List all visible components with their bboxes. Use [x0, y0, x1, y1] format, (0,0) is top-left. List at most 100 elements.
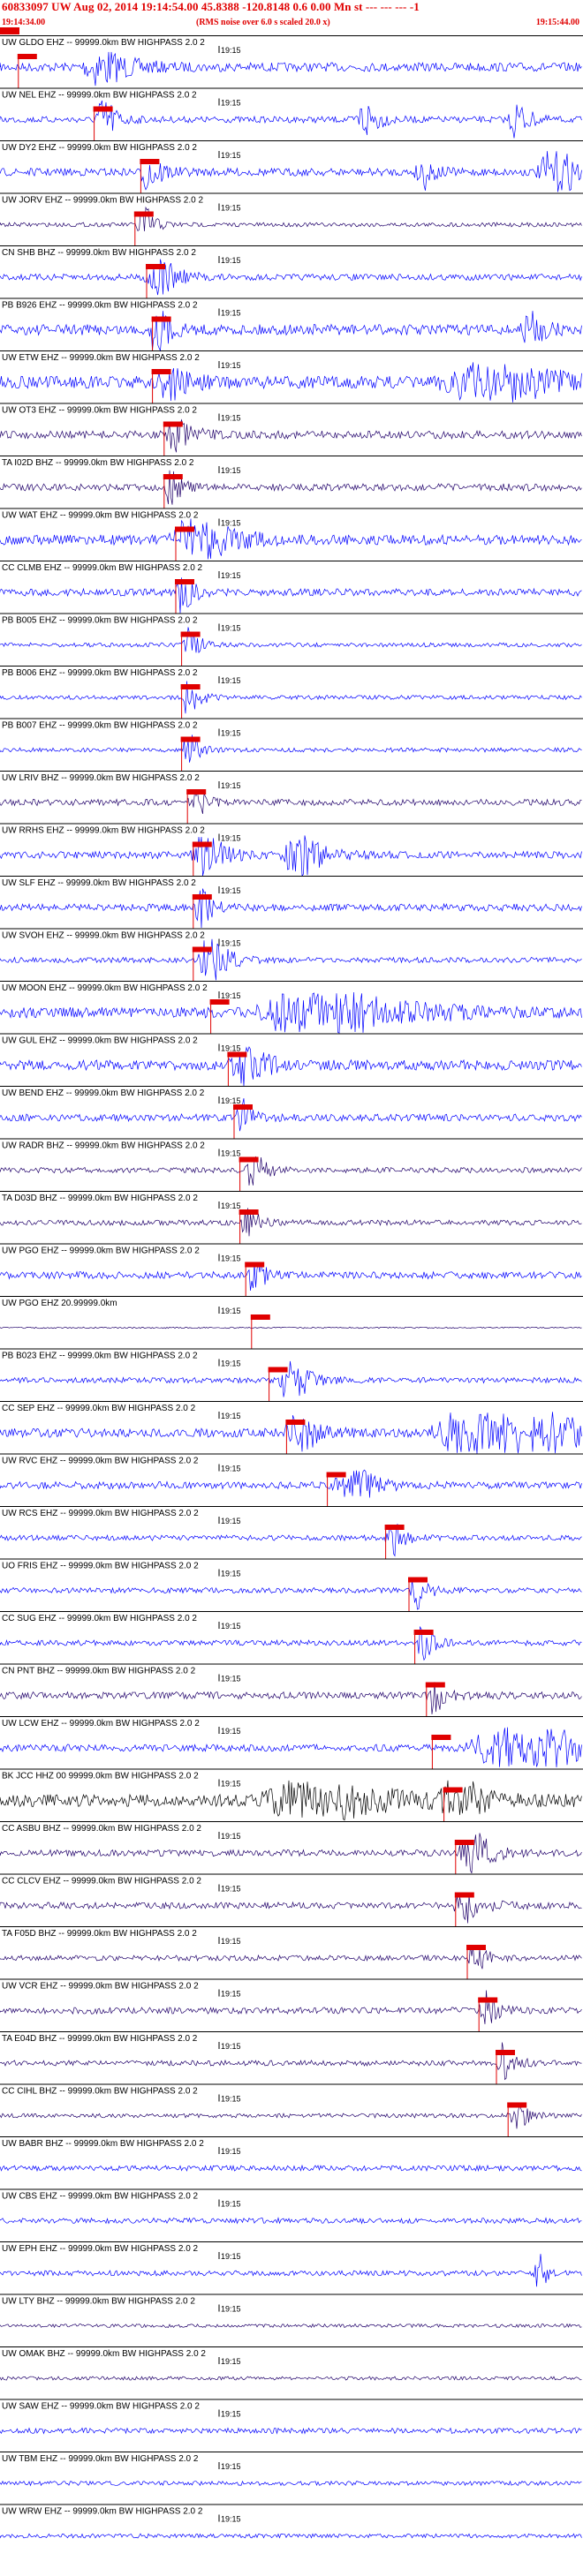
pick-marker	[163, 421, 183, 427]
station-label: UW EPH EHZ -- 99999.0km BW HIGHPASS 2.0 …	[2, 2244, 199, 2254]
station-label: UO FRIS EHZ -- 99999.0km BW HIGHPASS 2.0…	[2, 1562, 199, 1571]
waveform	[0, 1833, 582, 1874]
minute-label: 19:15	[221, 519, 241, 528]
station-label: UW GUL EHZ -- 99999.0km BW HIGHPASS 2.0 …	[2, 1036, 198, 1046]
station-label: UW PGO EHZ 20.99999.0km	[2, 1299, 117, 1308]
trace-row: UW DY2 EHZ -- 99999.0km BW HIGHPASS 2.0 …	[0, 140, 583, 193]
waveform	[0, 1469, 582, 1498]
station-label: PB B006 EHZ -- 99999.0km BW HIGHPASS 2.0…	[2, 668, 198, 678]
station-label: UW VCR EHZ -- 99999.0km BW HIGHPASS 2.0 …	[2, 1982, 199, 1992]
waveform	[0, 362, 582, 403]
pick-marker	[227, 1051, 247, 1058]
station-label: UW BEND EHZ -- 99999.0km BW HIGHPASS 2.0…	[2, 1088, 205, 1098]
station-label: TA D03D BHZ -- 99999.0km BW HIGHPASS 2.0…	[2, 1194, 198, 1203]
minute-label: 19:15	[221, 834, 241, 843]
station-label: UW LCW EHZ -- 99999.0km BW HIGHPASS 2.0 …	[2, 1719, 200, 1729]
trace-row: UW RVC EHZ -- 99999.0km BW HIGHPASS 2.0 …	[0, 1453, 583, 1506]
pick-marker	[466, 1945, 486, 1950]
trace-row: UW LTY BHZ -- 99999.0km BW HIGHPASS 2.0 …	[0, 2294, 583, 2329]
minute-label: 19:15	[221, 151, 241, 160]
pick-marker	[233, 1104, 253, 1110]
trace-row: UW RCS EHZ -- 99999.0km BW HIGHPASS 2.0 …	[0, 1506, 583, 1559]
waveform	[0, 518, 582, 560]
minute-label: 19:15	[221, 2515, 241, 2524]
waveform	[0, 1412, 582, 1454]
minute-label: 19:15	[221, 1412, 241, 1420]
waveform	[0, 2254, 582, 2287]
trace-row: UW GUL EHZ -- 99999.0km BW HIGHPASS 2.0 …	[0, 1033, 583, 1087]
trace-row: CC CLCV EHZ -- 99999.0km BW HIGHPASS 2.0…	[0, 1873, 583, 1926]
minute-label: 19:15	[221, 729, 241, 738]
station-label: CN PNT BHZ -- 99999.0km BW HIGHPASS 2.0 …	[2, 1667, 196, 1676]
trace-row: UW PGO EHZ -- 99999.0km BW HIGHPASS 2.0 …	[0, 1243, 583, 1296]
pick-marker	[454, 1840, 474, 1845]
minute-label: 19:15	[221, 309, 241, 318]
minute-label: 19:15	[221, 361, 241, 370]
pick-marker	[180, 736, 201, 742]
minute-label: 19:15	[221, 466, 241, 475]
minute-label: 19:15	[221, 2410, 241, 2419]
pick-marker	[285, 1420, 306, 1425]
waveform	[0, 2533, 582, 2539]
pick-marker	[425, 1682, 445, 1688]
minute-label: 19:15	[221, 676, 241, 685]
waveform	[0, 734, 582, 763]
minute-label: 19:15	[221, 1201, 241, 1210]
pick-marker	[163, 474, 183, 479]
trace-row: UW EPH EHZ -- 99999.0km BW HIGHPASS 2.0 …	[0, 2241, 583, 2287]
station-label: UW ETW EHZ -- 99999.0km BW HIGHPASS 2.0 …	[2, 353, 200, 363]
end-time: 19:15:44.00	[535, 18, 579, 27]
station-label: UW SLF EHZ -- 99999.0km BW HIGHPASS 2.0 …	[2, 878, 196, 888]
waveform	[0, 100, 582, 139]
pick-marker	[454, 1892, 474, 1898]
station-label: CC ASBU BHZ -- 99999.0km BW HIGHPASS 2.0…	[2, 1824, 201, 1834]
station-label: UW TBM EHZ -- 99999.0km BW HIGHPASS 2.0 …	[2, 2454, 199, 2464]
trace-row: UW RADR BHZ -- 99999.0km BW HIGHPASS 2.0…	[0, 1138, 583, 1191]
minute-label: 19:15	[221, 1990, 241, 1999]
station-label: UW BABR BHZ -- 99999.0km BW HIGHPASS 2.0…	[2, 2139, 204, 2149]
minute-label: 19:15	[221, 1517, 241, 1525]
waveform	[0, 1727, 582, 1768]
waveform	[0, 835, 582, 877]
minute-label: 19:15	[221, 1937, 241, 1946]
pick-marker	[245, 1262, 265, 1268]
station-label: UW SVOH EHZ -- 99999.0km BW HIGHPASS 2.0…	[2, 931, 205, 941]
trace-row: UW WAT EHZ -- 99999.0km BW HIGHPASS 2.0 …	[0, 508, 583, 561]
minute-label: 19:15	[221, 1675, 241, 1683]
pick-marker	[175, 579, 194, 584]
minute-label: 19:15	[221, 2462, 241, 2471]
station-label: PB B007 EHZ -- 99999.0km BW HIGHPASS 2.0…	[2, 721, 198, 731]
minute-label: 19:15	[221, 1832, 241, 1841]
station-label: UW WRW EHZ -- 99999.0km BW HIGHPASS 2.0 …	[2, 2507, 203, 2517]
trace-row: UW OT3 EHZ -- 99999.0km BW HIGHPASS 2.0 …	[0, 403, 583, 456]
trace-row: UO FRIS EHZ -- 99999.0km BW HIGHPASS 2.0…	[0, 1558, 583, 1611]
pick-marker	[192, 894, 212, 900]
minute-label: 19:15	[221, 1570, 241, 1578]
minute-label: 19:15	[221, 1149, 241, 1158]
waveform	[0, 1990, 582, 2024]
waveform	[0, 1326, 582, 1329]
waveform	[0, 1894, 582, 1924]
trace-row: CC ASBU BHZ -- 99999.0km BW HIGHPASS 2.0…	[0, 1821, 583, 1874]
minute-label: 19:15	[221, 2305, 241, 2314]
minute-label: 19:15	[221, 886, 241, 895]
station-label: UW SAW EHZ -- 99999.0km BW HIGHPASS 2.0 …	[2, 2402, 200, 2412]
trace-row: TA F05D BHZ -- 99999.0km BW HIGHPASS 2.0…	[0, 1926, 583, 1979]
station-label: CC CLCV EHZ -- 99999.0km BW HIGHPASS 2.0…	[2, 1877, 201, 1887]
waveform	[0, 1098, 582, 1132]
pick-marker	[133, 211, 154, 217]
pick-marker	[408, 1577, 428, 1583]
minute-label: 19:15	[221, 1465, 241, 1473]
pick-marker	[443, 1787, 463, 1793]
waveform	[0, 681, 582, 714]
pick-marker	[250, 1314, 270, 1320]
pick-marker	[496, 2050, 515, 2055]
pick-marker	[17, 54, 37, 59]
station-label: CC SEP EHZ -- 99999.0km BW HIGHPASS 2.0 …	[2, 1404, 196, 1413]
trace-row: UW JORV EHZ -- 99999.0km BW HIGHPASS 2.0…	[0, 192, 583, 245]
station-label: BK JCC HHZ 00 99999.0km BW HIGHPASS 2.0 …	[2, 1772, 199, 1781]
station-label: UW LRIV BHZ -- 99999.0km BW HIGHPASS 2.0…	[2, 773, 200, 783]
waveform	[0, 2042, 582, 2081]
station-label: TA F05D BHZ -- 99999.0km BW HIGHPASS 2.0…	[2, 1929, 197, 1939]
minute-label: 19:15	[221, 1254, 241, 1263]
